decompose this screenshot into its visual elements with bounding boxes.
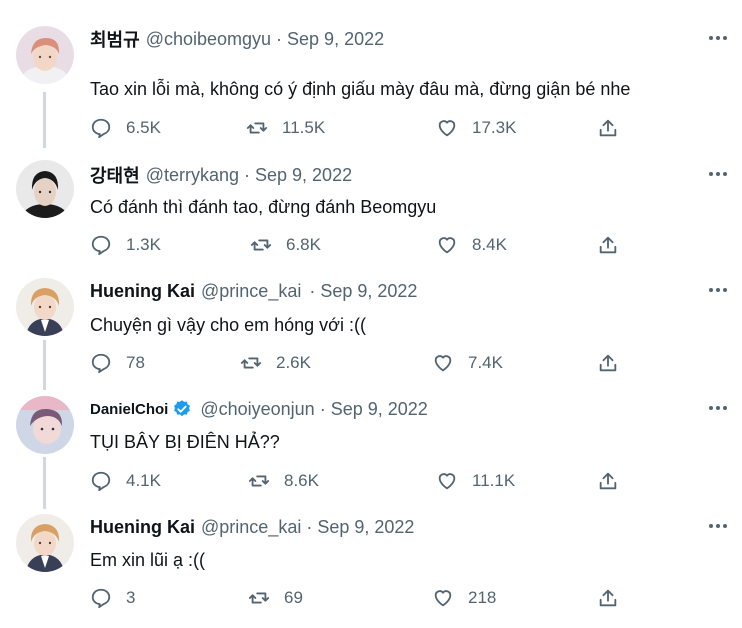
handle[interactable]: @terrykang [146,165,239,186]
dot-separator: · [276,28,283,49]
timestamp[interactable]: Sep 9, 2022 [287,29,384,50]
display-name[interactable]: DanielChoi [90,401,168,418]
avatar[interactable] [16,26,74,84]
dot-separator: · [244,164,250,185]
like-button[interactable]: 218 [432,587,496,609]
tweet-header: Huening Kai @prince_kai · Sep 9, 2022 [90,279,417,303]
reply-count: 6.5K [126,118,161,137]
timestamp[interactable]: Sep 9, 2022 [320,281,417,302]
share-icon[interactable] [597,352,619,374]
reply-count: 3 [126,588,136,607]
tweet-text: TỤI BÂY BỊ ĐIÊN HẢ?? [90,432,280,452]
retweet-count: 69 [284,588,303,607]
retweet-count: 6.8K [286,235,321,254]
display-name[interactable]: Huening Kai [90,281,195,302]
reply-count: 4.1K [126,471,161,490]
reply-icon [91,588,111,609]
retweet-icon [248,592,270,604]
retweet-button[interactable]: 8.6K [248,470,319,492]
reply-button[interactable]: 4.1K [90,470,161,492]
display-name[interactable]: 강태현 [90,162,140,188]
avatar[interactable] [16,396,74,454]
avatar[interactable] [16,278,74,336]
dot-separator: · [309,280,316,301]
handle[interactable]: @prince_kai [201,517,301,538]
retweet-button[interactable]: 2.6K [240,352,311,374]
tweet-header: Huening Kai @prince_kai · Sep 9, 2022 [90,515,414,539]
more-icon[interactable] [708,398,728,418]
reply-icon [91,353,111,374]
reply-button[interactable]: 1.3K [90,234,161,256]
more-icon[interactable] [708,164,728,184]
display-name[interactable]: Huening Kai [90,517,195,538]
retweet-icon [240,357,262,369]
retweet-button[interactable]: 6.8K [250,234,321,256]
like-count: 17.3K [472,118,517,137]
handle[interactable]: @choiyeonjun [200,399,314,420]
timestamp[interactable]: Sep 9, 2022 [317,517,414,538]
retweet-count: 11.5K [282,118,326,137]
share-icon[interactable] [597,117,619,139]
handle[interactable]: @prince_kai [201,281,301,302]
share-icon[interactable] [597,587,619,609]
avatar[interactable] [16,514,74,572]
reply-button[interactable]: 6.5K [90,117,161,139]
reply-button[interactable]: 3 [90,587,135,609]
share-icon[interactable] [597,470,619,492]
thread-line [43,340,46,390]
dot-separator: · [306,516,313,537]
dot-separator: · [319,398,326,419]
thread-line [43,457,46,509]
handle[interactable]: @choibeomgyu [146,29,271,50]
retweet-icon [246,122,268,134]
retweet-icon [250,239,272,251]
more-icon[interactable] [708,516,728,536]
timestamp[interactable]: Sep 9, 2022 [331,399,428,420]
reply-count: 1.3K [126,235,161,254]
heart-icon [438,473,456,490]
like-button[interactable]: 7.4K [432,352,503,374]
display-name[interactable]: 최범규 [90,26,140,52]
reply-icon [91,118,111,139]
like-button[interactable]: 8.4K [436,234,507,256]
like-count: 7.4K [468,353,503,372]
heart-icon [434,355,452,372]
heart-icon [438,120,456,137]
heart-icon [434,590,452,607]
retweet-icon [248,475,270,487]
tweet-text: Tao xin lỗi mà, không có ý định giấu mày… [90,79,631,99]
retweet-button[interactable]: 11.5K [246,117,325,139]
reply-icon [91,235,111,256]
retweet-button[interactable]: 69 [248,587,303,609]
like-count: 8.4K [472,235,507,254]
verified-badge-icon [174,400,191,417]
retweet-count: 8.6K [284,471,319,490]
reply-icon [91,471,111,492]
tweet-text: Em xin lũi ạ :(( [90,550,206,570]
tweet-text: Có đánh thì đánh tao, đừng đánh Beomgyu [90,197,437,217]
more-icon[interactable] [708,280,728,300]
like-button[interactable]: 17.3K [436,117,516,139]
tweet-header: 최범규 @choibeomgyu · Sep 9, 2022 [90,27,384,51]
thread-line [43,92,46,148]
tweet-header: 강태현 @terrykang · Sep 9, 2022 [90,163,352,187]
like-count: 218 [468,588,497,607]
reply-count: 78 [126,353,145,372]
heart-icon [438,237,456,254]
tweet-text: Chuyện gì vậy cho em hóng với :(( [90,315,366,335]
more-icon[interactable] [708,28,728,48]
reply-button[interactable]: 78 [90,352,145,374]
avatar[interactable] [16,160,74,218]
timestamp[interactable]: Sep 9, 2022 [255,165,352,186]
like-button[interactable]: 11.1K [436,470,515,492]
retweet-count: 2.6K [276,353,311,372]
share-icon[interactable] [597,234,619,256]
like-count: 11.1K [472,471,516,490]
tweet-header: DanielChoi @choiyeonjun · Sep 9, 2022 [90,397,428,421]
